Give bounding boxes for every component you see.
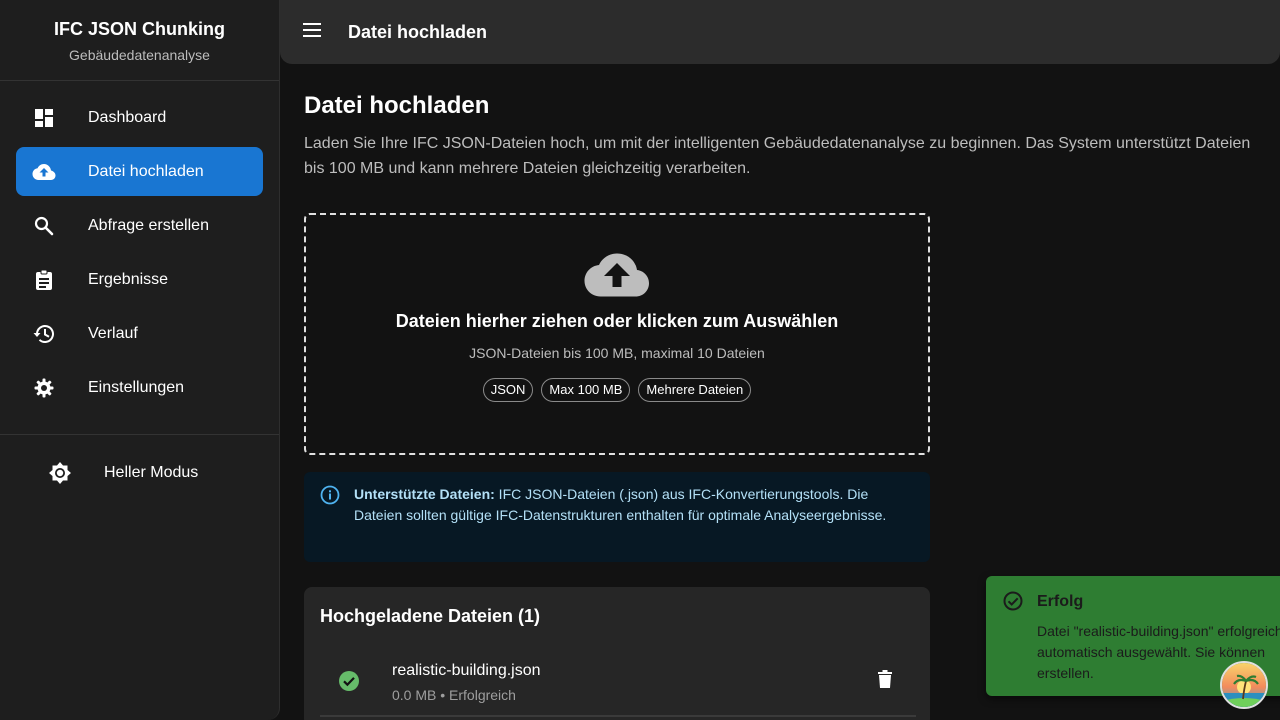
- sidebar-item-label: Abfrage erstellen: [88, 216, 209, 234]
- uploaded-files-title: Hochgeladene Dateien (1): [320, 606, 541, 626]
- dashboard-icon: [32, 106, 56, 130]
- sidebar-item-label: Verlauf: [88, 324, 138, 342]
- sidebar-brand: IFC JSON Chunking Gebäudedatenanalyse: [0, 0, 279, 81]
- sidebar-item-label: Einstellungen: [88, 378, 185, 396]
- sidebar-item-results[interactable]: Ergebnisse: [16, 255, 263, 304]
- dropzone-subtitle: JSON-Dateien bis 100 MB, maximal 10 Date…: [469, 345, 765, 361]
- list-item[interactable]: realistic-building.json 0.0 MB • Erfolgr…: [320, 645, 916, 717]
- brightness-icon: [48, 461, 72, 485]
- sidebar-item-settings[interactable]: Einstellungen: [16, 363, 263, 412]
- app-subtitle: Gebäudedatenanalyse: [69, 47, 210, 63]
- dropzone-chips: JSON Max 100 MB Mehrere Dateien: [306, 378, 928, 402]
- topbar-title: Datei hochladen: [348, 21, 488, 42]
- info-label: Unterstützte Dateien:: [354, 486, 495, 502]
- menu-button[interactable]: [300, 20, 324, 44]
- info-alert: Unterstützte Dateien: IFC JSON-Dateien (…: [304, 472, 930, 562]
- dropzone-title: Dateien hierher ziehen oder klicken zum …: [395, 311, 839, 331]
- sidebar-item-label: Dashboard: [88, 108, 167, 126]
- clipboard-icon: [32, 268, 56, 292]
- uploaded-files-card: Hochgeladene Dateien (1) realistic-build…: [304, 587, 930, 720]
- theme-toggle-label: Heller Modus: [104, 463, 199, 481]
- file-meta: 0.0 MB • Erfolgreich: [392, 687, 516, 703]
- sidebar-item-query[interactable]: Abfrage erstellen: [16, 201, 263, 250]
- app-title: IFC JSON Chunking: [54, 19, 225, 39]
- menu-icon: [303, 22, 321, 42]
- info-text: Unterstützte Dateien: IFC JSON-Dateien (…: [354, 484, 914, 562]
- chip-multiple-files: Mehrere Dateien: [638, 378, 752, 402]
- sidebar-nav: Dashboard Datei hochladen Abfrage erstel…: [0, 81, 279, 412]
- toast-message-line: Datei "realistic-building.json" erfolgre…: [1037, 623, 1280, 639]
- gear-icon: [32, 376, 56, 400]
- sidebar-item-label: Datei hochladen: [88, 162, 204, 180]
- file-name: realistic-building.json: [392, 662, 541, 679]
- trash-icon: [878, 669, 892, 693]
- top-app-bar: Datei hochladen: [280, 0, 1280, 64]
- theme-toggle-button[interactable]: Heller Modus: [32, 448, 279, 497]
- page-title: Datei hochladen: [304, 92, 490, 119]
- sidebar-item-history[interactable]: Verlauf: [16, 309, 263, 358]
- toast-title: Erfolg: [1037, 593, 1084, 610]
- avatar[interactable]: [1220, 661, 1268, 709]
- check-circle-icon: [338, 670, 360, 692]
- history-icon: [32, 322, 56, 346]
- search-icon: [32, 214, 56, 238]
- sidebar-item-label: Ergebnisse: [88, 270, 169, 288]
- cloud-upload-icon: [306, 253, 928, 297]
- sidebar-item-upload[interactable]: Datei hochladen: [16, 147, 263, 196]
- sidebar-divider: [0, 434, 279, 435]
- info-icon: [320, 485, 342, 507]
- cloud-upload-icon: [32, 160, 56, 184]
- page-description: Laden Sie Ihre IFC JSON-Dateien hoch, um…: [304, 135, 1251, 177]
- beach-avatar-icon: [1222, 663, 1266, 707]
- delete-file-button[interactable]: [873, 669, 897, 693]
- file-dropzone[interactable]: Dateien hierher ziehen oder klicken zum …: [304, 213, 930, 455]
- sidebar-item-dashboard[interactable]: Dashboard: [16, 93, 263, 142]
- chip-max-size: Max 100 MB: [541, 378, 631, 402]
- toast-message-line: automatisch ausgewählt. Sie können: [1037, 644, 1266, 660]
- chip-json: JSON: [482, 378, 534, 402]
- sidebar: IFC JSON Chunking Gebäudedatenanalyse Da…: [0, 0, 280, 720]
- check-circle-icon: [1002, 590, 1024, 612]
